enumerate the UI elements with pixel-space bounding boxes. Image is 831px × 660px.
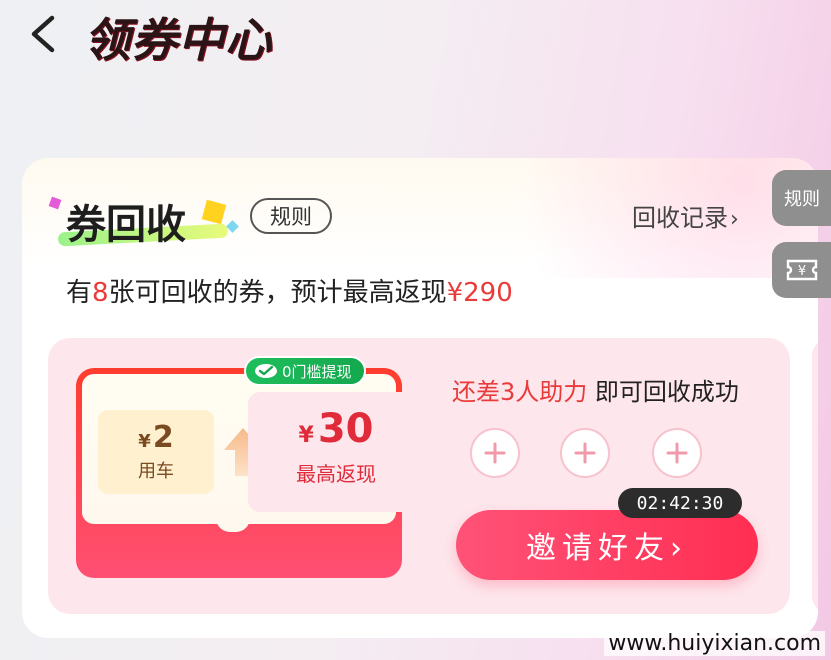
recycle-summary: 有8张可回收的券，预计最高返现¥290 [66,272,513,309]
plus-icon [666,442,688,464]
coupon-frame: ¥2 用车 ¥30 最高返现 [76,368,424,578]
max-cashback-amount: ¥30 [248,406,424,452]
coupon-ticket-icon: ¥ [786,259,818,281]
summary-amount: ¥290 [446,278,513,308]
summary-count: 8 [92,278,109,308]
recycle-record-label: 回收记录 [632,204,728,232]
coupon-area: ¥2 用车 ¥30 最高返现 0门槛提现 还差3人助力 即可回收成功 02:42… [48,338,790,614]
section-title: 券回收 [66,202,186,248]
max-cashback-value: 30 [317,406,374,452]
decor-blue-diamond [226,220,239,233]
plus-icon [484,442,506,464]
currency-symbol: ¥ [298,423,314,448]
original-amount-value: 2 [152,420,174,455]
countdown-timer: 02:42:30 [618,488,742,518]
badge-label: 0门槛提现 [282,362,352,381]
decor-pink-diamond [48,196,62,210]
coupon-notch [216,518,250,532]
assist-needed: 还差3人助力 [452,378,588,406]
top-bar: 领券中心 [0,0,831,90]
helper-slot-1-button[interactable] [470,428,520,478]
assist-suffix: 即可回收成功 [587,378,739,406]
original-coupon-label: 用车 [138,461,174,482]
helper-slot-2-button[interactable] [560,428,610,478]
page-title: 领券中心 [84,13,272,67]
rules-button[interactable]: 规则 [250,198,332,234]
currency-symbol: ¥ [138,431,151,452]
max-cashback-label: 最高返现 [296,462,376,486]
decor-yellow-square [201,199,227,225]
no-threshold-badge: 0门槛提现 [244,356,366,386]
summary-middle: 张可回收的券，预计最高返现 [108,278,447,308]
original-coupon-amount: ¥2 [98,420,214,455]
watermark: www.huiyixian.com [604,631,825,656]
side-coupon-tab[interactable]: ¥ [772,242,831,298]
coupon-inner: ¥2 用车 ¥30 最高返现 [82,374,424,524]
max-cashback-coupon: ¥30 最高返现 [248,392,424,512]
assist-status-text: 还差3人助力 即可回收成功 [452,372,739,407]
helper-slot-3-button[interactable] [652,428,702,478]
plus-icon [574,442,596,464]
next-coupon-peek[interactable] [812,338,818,614]
wechat-pay-icon [255,364,277,378]
original-coupon: ¥2 用车 [98,410,214,494]
invite-friends-button[interactable]: 邀请好友› [456,510,758,580]
coupon-recycle-card: 券回收 规则 回收记录› 有8张可回收的券，预计最高返现¥290 ¥2 用车 ¥… [22,158,818,638]
back-arrow-icon[interactable] [26,12,62,56]
summary-prefix: 有 [66,278,93,308]
coupon-icon-text: ¥ [798,264,806,279]
side-rules-tab[interactable]: 规则 [772,170,831,226]
chevron-right-icon: › [730,207,739,232]
recycle-record-link[interactable]: 回收记录› [632,198,739,233]
